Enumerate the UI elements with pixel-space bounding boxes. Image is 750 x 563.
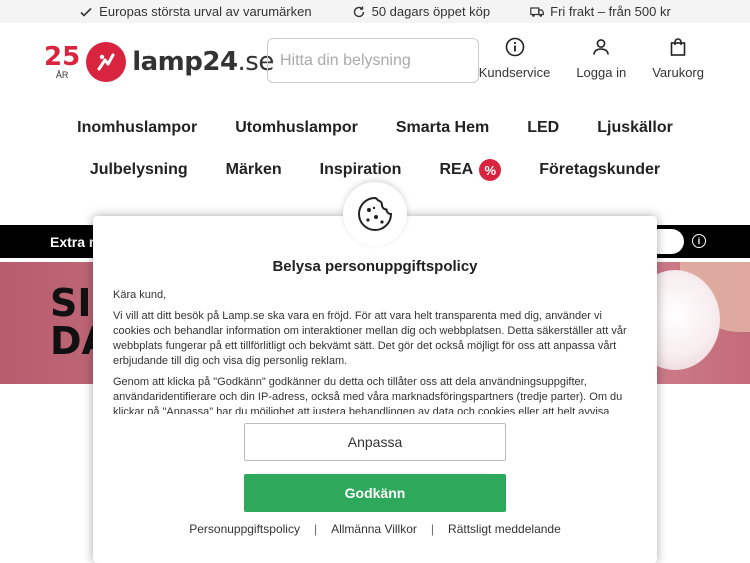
- login-link[interactable]: Logga in: [576, 37, 626, 80]
- link-separator: |: [430, 522, 435, 536]
- nav-item-smart-home[interactable]: Smarta Hem: [396, 119, 489, 137]
- usp-item-selection: Europas största urval av varumärken: [79, 4, 312, 19]
- cookie-greeting: Kära kund,: [113, 289, 167, 301]
- user-icon: [593, 39, 610, 55]
- promo-text: Extra r: [50, 233, 95, 250]
- nav-item-led[interactable]: LED: [527, 119, 559, 137]
- search-box: [267, 38, 487, 83]
- cookie-dialog-title: Belysa personuppgiftspolicy: [272, 258, 478, 275]
- nav-item-light-sources[interactable]: Ljuskällor: [597, 119, 673, 137]
- lamp-logo-icon: [86, 42, 127, 82]
- privacy-policy-link[interactable]: Personuppgiftspolicy: [189, 522, 300, 536]
- nav-item-christmas-lighting[interactable]: Julbelysning: [90, 161, 188, 179]
- header-actions: Kundservice Logga in Varukorg: [479, 37, 704, 80]
- cart-link[interactable]: Varukorg: [652, 37, 704, 80]
- usp-text: 50 dagars öppet köp: [371, 4, 491, 19]
- usp-text: Fri frakt – från 500 kr: [550, 4, 671, 19]
- anniversary-label: ÅR: [55, 70, 69, 80]
- nav-item-outdoor-lamps[interactable]: Utomhuslampor: [235, 119, 358, 137]
- truck-icon: [530, 6, 545, 17]
- nav-item-sale-label: REA: [439, 161, 474, 178]
- site-header: 25 ÅR lamp24.se Kundservice Logga in Var…: [0, 23, 750, 101]
- return-icon: [353, 6, 364, 17]
- site-logo[interactable]: 25 ÅR lamp24.se: [44, 42, 274, 82]
- usp-text: Europas största urval av varumärken: [99, 4, 312, 19]
- customer-service-label: Kundservice: [478, 65, 551, 80]
- main-nav: Inomhuslampor Utomhuslampor Smarta Hem L…: [0, 101, 750, 191]
- nav-item-brands[interactable]: Märken: [226, 161, 282, 179]
- nav-row-1: Inomhuslampor Utomhuslampor Smarta Hem L…: [0, 107, 750, 149]
- anniversary-number: 25: [44, 42, 81, 72]
- info-icon: [505, 37, 524, 57]
- link-separator: |: [313, 522, 318, 536]
- percent-badge-icon: %: [479, 159, 502, 181]
- login-label: Logga in: [576, 65, 627, 80]
- nav-item-inspiration[interactable]: Inspiration: [320, 161, 402, 179]
- nav-item-indoor-lamps[interactable]: Inomhuslampor: [77, 119, 197, 137]
- customize-button[interactable]: Anpassa: [244, 423, 506, 461]
- logo-wordmark: lamp24.se: [132, 47, 274, 77]
- nav-item-business[interactable]: Företagskunder: [539, 161, 660, 179]
- cookie-icon: [358, 196, 393, 231]
- cookie-footer-links: Personuppgiftspolicy | Allmänna Villkor …: [93, 522, 657, 536]
- cart-label: Varukorg: [652, 65, 704, 80]
- bag-icon: [670, 38, 686, 56]
- legal-notice-link[interactable]: Rättsligt meddelande: [448, 522, 561, 536]
- usp-bar: Europas största urval av varumärken 50 d…: [0, 0, 750, 23]
- cookie-badge: [343, 182, 407, 246]
- anniversary-badge: 25 ÅR: [44, 44, 80, 80]
- cookie-dialog-text[interactable]: Kära kund, Vi vill att ditt besök på Lam…: [113, 288, 633, 414]
- promo-info-icon[interactable]: i: [692, 234, 706, 248]
- usp-item-return: 50 dagars öppet köp: [352, 4, 491, 19]
- cookie-paragraph-2: Genom att klicka på "Godkänn" godkänner …: [113, 376, 623, 414]
- accept-button[interactable]: Godkänn: [244, 474, 506, 512]
- usp-item-shipping: Fri frakt – från 500 kr: [530, 4, 671, 19]
- cookie-consent-dialog: Belysa personuppgiftspolicy Kära kund, V…: [93, 216, 657, 563]
- cookie-paragraph-1: Vi vill att ditt besök på Lamp.se ska va…: [113, 310, 627, 367]
- customer-service-link[interactable]: Kundservice: [478, 37, 551, 80]
- nav-item-sale[interactable]: REA %: [439, 159, 502, 181]
- terms-link[interactable]: Allmänna Villkor: [331, 522, 417, 536]
- search-input[interactable]: [280, 51, 487, 70]
- check-icon: [80, 7, 92, 17]
